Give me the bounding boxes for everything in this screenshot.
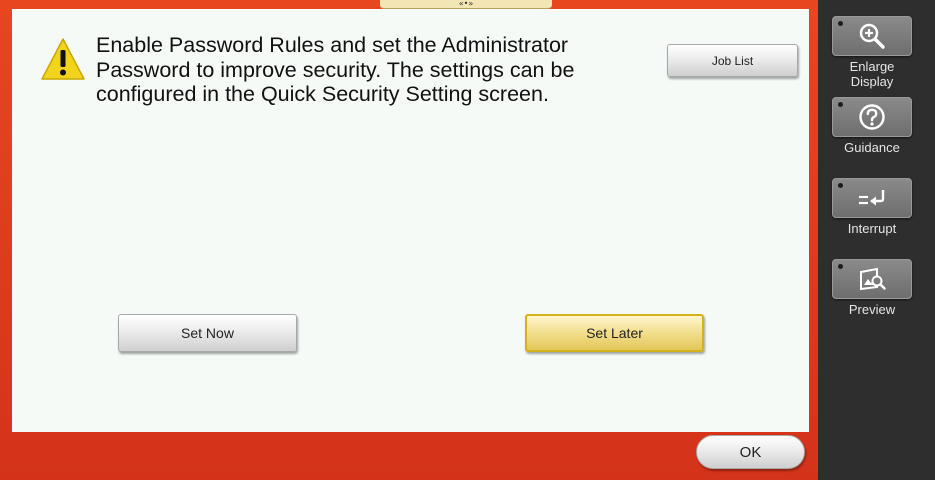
sidebar-item-preview[interactable]: Preview: [832, 259, 912, 317]
zoom-in-icon: [858, 22, 886, 50]
preview-icon: [857, 266, 887, 292]
sidebar-item-label: Enlarge Display: [849, 59, 895, 89]
job-list-button[interactable]: Job List: [667, 44, 798, 77]
sidebar-item-label: Interrupt: [847, 221, 897, 236]
interrupt-button[interactable]: [832, 178, 912, 218]
sidebar-item-interrupt[interactable]: Interrupt: [832, 178, 912, 236]
sidebar-item-label: Guidance: [844, 140, 900, 155]
top-pull-tab[interactable]: «•»: [380, 0, 552, 9]
sidebar-item-label: Preview: [848, 302, 896, 317]
indicator-led: [838, 21, 843, 26]
preview-button[interactable]: [832, 259, 912, 299]
dialog-message: Enable Password Rules and set the Admini…: [96, 33, 575, 106]
interrupt-icon: [857, 187, 887, 209]
sidebar-item-enlarge-display[interactable]: Enlarge Display: [832, 16, 912, 89]
indicator-led: [838, 264, 843, 269]
warning-icon: [40, 37, 86, 81]
sidebar-item-guidance[interactable]: Guidance: [832, 97, 912, 155]
ok-button[interactable]: OK: [696, 435, 805, 469]
enlarge-display-button[interactable]: [832, 16, 912, 56]
set-now-button[interactable]: Set Now: [118, 314, 297, 352]
indicator-led: [838, 102, 843, 107]
sidebar: Enlarge Display Guidance Interrupt Previ…: [818, 0, 935, 480]
indicator-led: [838, 183, 843, 188]
set-later-button[interactable]: Set Later: [525, 314, 704, 352]
guidance-button[interactable]: [832, 97, 912, 137]
question-icon: [858, 103, 886, 131]
